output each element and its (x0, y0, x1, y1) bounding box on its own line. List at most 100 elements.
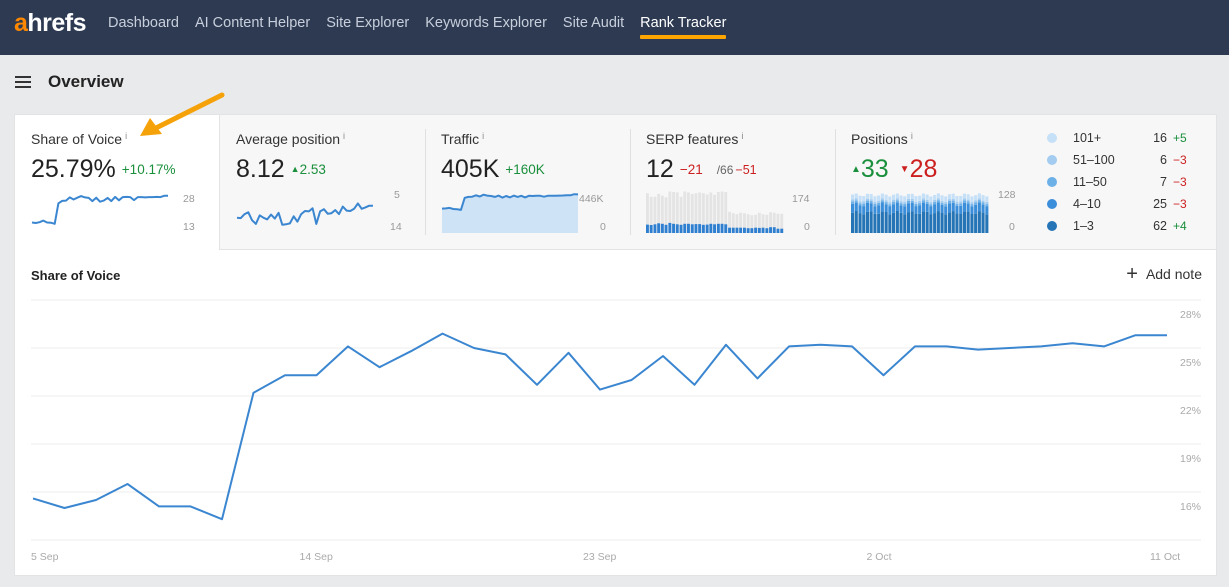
positions-bar-segment (873, 206, 877, 214)
spark-axis-max: 446K (579, 193, 604, 205)
positions-bar-segment (877, 195, 881, 201)
metric-average-position[interactable]: Average position i 8.12 ▲2.53 5 14 (220, 115, 425, 251)
nav-keywords-explorer[interactable]: Keywords Explorer (425, 15, 547, 31)
positions-bar-segment (888, 202, 892, 205)
x-tick-label: 11 Oct (1150, 551, 1180, 563)
positions-bar-segment (884, 194, 888, 201)
serp-bar-owned (780, 228, 784, 233)
positions-bar-segment (985, 214, 989, 233)
data-point (880, 371, 888, 379)
data-point (628, 376, 636, 384)
positions-bar-segment (884, 202, 888, 205)
positions-bar-segment (970, 204, 974, 207)
positions-down: 28 (909, 155, 938, 183)
metric-traffic[interactable]: Traffic i 405K +160K 446K 0 (425, 115, 630, 251)
positions-bar-segment (925, 203, 929, 212)
positions-bar-segment (974, 213, 978, 233)
positions-bar-segment (880, 193, 884, 199)
share-of-voice-panel: Share of Voice + Add note 28% 25% 22% 19% 16%… (14, 250, 1217, 576)
x-tick-label: 23 Sep (583, 551, 616, 563)
nav-dashboard[interactable]: Dashboard (108, 15, 179, 31)
spark-axis-bottom: 14 (390, 221, 402, 233)
positions-bar-segment (854, 193, 858, 199)
main-nav: Dashboard AI Content Helper Site Explore… (108, 15, 742, 39)
hamburger-icon[interactable] (15, 76, 31, 88)
positions-bar-segment (895, 200, 899, 203)
positions-bar-segment (959, 205, 963, 214)
data-point (124, 480, 132, 488)
nav-site-audit[interactable]: Site Audit (563, 15, 624, 31)
data-point (911, 342, 919, 350)
positions-bar-segment (914, 206, 918, 214)
positions-bar-segment (869, 194, 873, 200)
positions-bar-segment (951, 211, 955, 233)
positions-bar-segment (877, 202, 881, 206)
serp-bar-owned (683, 223, 687, 233)
positions-bar-segment (951, 202, 955, 212)
triangle-up-icon: ▲ (851, 164, 861, 175)
legend-row[interactable]: 4–10 25 −3 (1047, 195, 1217, 217)
info-icon[interactable]: i (125, 131, 127, 141)
positions-bar-segment (985, 204, 989, 207)
legend-dot-icon (1047, 221, 1057, 231)
positions-bar-segment (862, 196, 866, 202)
info-icon[interactable]: i (911, 131, 913, 141)
data-point (218, 515, 226, 523)
metrics-strip: Share of Voice i 25.79% +10.17% 28 13 Aver… (14, 114, 1217, 255)
positions-bar-segment (892, 201, 896, 205)
info-icon[interactable]: i (343, 131, 345, 141)
average-position-sparkline (236, 202, 373, 226)
info-icon[interactable]: i (741, 131, 743, 141)
positions-bar-segment (877, 213, 881, 233)
y-tick-label: 25% (1180, 357, 1201, 369)
legend-row[interactable]: 101+ 16 +5 (1047, 129, 1217, 151)
positions-bar-segment (880, 198, 884, 201)
positions-bar-segment (862, 206, 866, 215)
positions-bar-segment (892, 199, 896, 202)
positions-bar-segment (985, 206, 989, 215)
spark-axis-max: 174 (792, 193, 810, 205)
positions-bar-segment (884, 212, 888, 233)
serp-bar-owned (653, 224, 657, 233)
serp-bar-owned (731, 227, 735, 233)
metric-value: 25.79% (31, 155, 116, 183)
metric-share-of-voice[interactable]: Share of Voice i 25.79% +10.17% 28 13 (15, 115, 220, 255)
serp-bar-owned (754, 227, 758, 233)
nav-ai-content-helper[interactable]: AI Content Helper (195, 15, 310, 31)
positions-bar-segment (925, 199, 929, 202)
ahrefs-logo[interactable]: ahrefs (14, 9, 87, 38)
positions-bar-segment (955, 213, 959, 233)
spark-axis-min: 0 (1009, 221, 1015, 233)
spark-axis-min: 0 (600, 221, 606, 233)
positions-bar-segment (865, 211, 869, 233)
positions-bar-segment (880, 200, 884, 203)
legend-row[interactable]: 1–3 62 +4 (1047, 217, 1217, 239)
positions-bar-segment (903, 196, 907, 202)
metric-title: SERP features (646, 131, 739, 147)
positions-bar-segment (895, 211, 899, 233)
positions-bar-segment (940, 212, 944, 233)
serp-bar-owned (664, 224, 668, 233)
nav-site-explorer[interactable]: Site Explorer (326, 15, 409, 31)
positions-bar-segment (865, 200, 869, 203)
info-icon[interactable]: i (482, 131, 484, 141)
nav-rank-tracker[interactable]: Rank Tracker (640, 15, 727, 39)
serp-bar-owned (728, 227, 731, 233)
metric-positions[interactable]: Positions i ▲33 ▼28 128 0 (835, 115, 1035, 251)
positions-bar-segment (925, 211, 929, 233)
legend-row[interactable]: 51–100 6 −3 (1047, 151, 1217, 173)
legend-dot-icon (1047, 133, 1057, 143)
positions-bar-segment (962, 198, 966, 201)
positions-bar-segment (895, 193, 899, 199)
legend-row[interactable]: 11–50 7 −3 (1047, 173, 1217, 195)
metric-total: /66 (716, 163, 734, 177)
metric-serp-features[interactable]: SERP features i 12 −21/66 −51 174 0 (630, 115, 835, 251)
positions-bar-segment (959, 201, 963, 204)
data-point (722, 341, 730, 349)
data-point (1100, 342, 1108, 350)
positions-bar-segment (966, 201, 970, 204)
positions-bar-segment (936, 211, 940, 233)
positions-bar-segment (910, 211, 914, 233)
metric-title: Average position (236, 131, 341, 147)
x-tick-label: 5 Sep (31, 551, 59, 563)
